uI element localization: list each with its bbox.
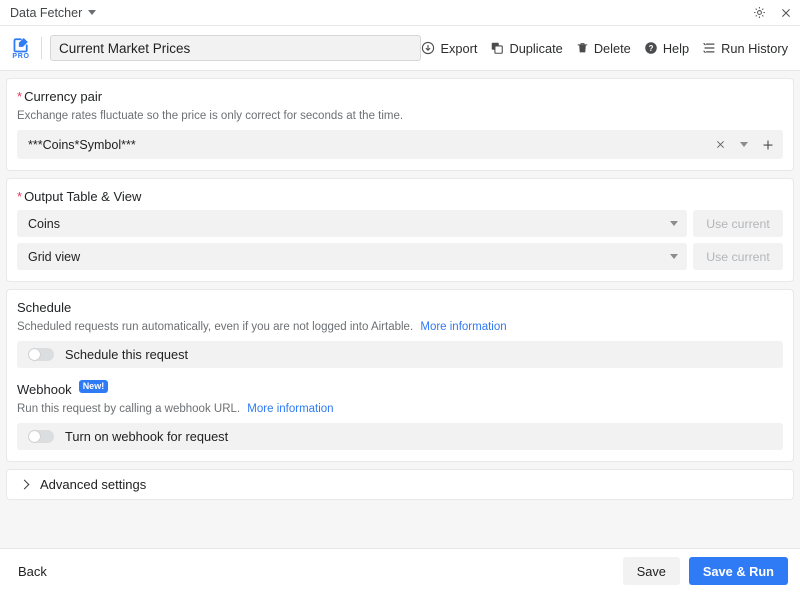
svg-text:?: ? <box>648 44 653 53</box>
close-icon[interactable] <box>780 7 792 19</box>
use-current-table-button[interactable]: Use current <box>693 210 783 237</box>
schedule-webhook-card: Schedule Scheduled requests run automati… <box>6 289 794 462</box>
schedule-toggle-label: Schedule this request <box>65 347 189 362</box>
footer-bar: Back Save Save & Run <box>0 548 800 593</box>
help-label: Help <box>662 40 690 56</box>
output-view-select[interactable]: Grid view <box>17 243 687 270</box>
delete-label: Delete <box>593 40 631 56</box>
help-button[interactable]: ? Help <box>644 41 689 56</box>
webhook-toggle-label: Turn on webhook for request <box>65 429 229 444</box>
schedule-toggle-row[interactable]: Schedule this request <box>17 341 783 368</box>
plus-add-icon[interactable] <box>762 139 774 151</box>
pro-badge-label: PRO <box>12 53 30 60</box>
schedule-toggle[interactable] <box>28 348 54 361</box>
save-button[interactable]: Save <box>622 557 680 585</box>
schedule-description-row: Scheduled requests run automatically, ev… <box>17 321 783 333</box>
webhook-toggle[interactable] <box>28 430 54 443</box>
run-history-label: Run History <box>721 40 788 56</box>
chevron-down-icon <box>670 221 678 226</box>
clear-x-icon[interactable] <box>715 139 726 150</box>
caret-down-icon[interactable] <box>88 10 97 15</box>
schedule-title-label: Schedule <box>17 300 72 315</box>
advanced-settings-label: Advanced settings <box>40 477 147 492</box>
currency-pair-label-row: * Currency pair <box>17 89 783 104</box>
currency-pair-description: Exchange rates fluctuate so the price is… <box>17 110 404 122</box>
output-view-row: Grid view Use current <box>17 243 783 270</box>
webhook-title-label: Webhook <box>17 382 72 397</box>
webhook-title: Webhook New! <box>17 380 783 397</box>
request-settings-panel: * Currency pair Exchange rates fluctuate … <box>0 71 800 548</box>
duplicate-button[interactable]: Duplicate <box>490 40 563 56</box>
required-marker: * <box>17 89 23 104</box>
export-label: Export <box>440 40 478 56</box>
output-table-view-card: * Output Table & View Coins Use current G… <box>6 178 794 282</box>
output-label: Output Table & View <box>24 189 142 204</box>
output-table-select[interactable]: Coins <box>17 210 687 237</box>
request-name-input[interactable] <box>50 35 422 61</box>
output-table-row: Coins Use current <box>17 210 783 237</box>
help-question-circle-icon: ? <box>644 41 658 55</box>
schedule-description: Scheduled requests run automatically, ev… <box>17 321 414 333</box>
advanced-settings-row[interactable]: Advanced settings <box>6 469 794 500</box>
export-button[interactable]: Export <box>421 41 477 56</box>
data-fetcher-edit-logo-icon: PRO <box>7 35 35 61</box>
run-history-list-icon <box>702 41 716 55</box>
gear-icon[interactable] <box>753 6 766 19</box>
currency-pair-label: Currency pair <box>24 89 103 104</box>
delete-button[interactable]: Delete <box>576 41 631 56</box>
webhook-description: Run this request by calling a webhook UR… <box>17 403 241 415</box>
schedule-more-information-link[interactable]: More information <box>420 321 506 333</box>
export-download-icon <box>421 41 435 55</box>
schedule-title: Schedule <box>17 300 783 315</box>
webhook-description-row: Run this request by calling a webhook UR… <box>17 403 783 415</box>
duplicate-label: Duplicate <box>509 40 563 56</box>
app-title: Data Fetcher <box>10 5 83 20</box>
webhook-toggle-row[interactable]: Turn on webhook for request <box>17 423 783 450</box>
webhook-more-information-link[interactable]: More information <box>247 403 333 415</box>
currency-pair-card: * Currency pair Exchange rates fluctuate … <box>6 78 794 171</box>
chevron-down-icon <box>670 254 678 259</box>
duplicate-copy-icon <box>490 41 504 55</box>
output-label-row: * Output Table & View <box>17 189 783 204</box>
webhook-new-badge: New! <box>78 380 109 393</box>
caret-down-icon[interactable] <box>740 142 748 147</box>
back-button[interactable]: Back <box>18 564 47 579</box>
app-menu[interactable]: Data Fetcher <box>10 5 97 20</box>
window-title-bar: Data Fetcher <box>0 0 800 26</box>
use-current-view-button[interactable]: Use current <box>693 243 783 270</box>
toolbar-divider <box>41 37 42 59</box>
required-marker: * <box>17 189 23 204</box>
request-toolbar: PRO Export Duplicate <box>0 26 800 71</box>
chevron-right-icon <box>19 479 30 490</box>
trash-delete-icon <box>576 41 589 55</box>
save-and-run-button[interactable]: Save & Run <box>688 557 788 585</box>
output-table-value: Coins <box>28 216 60 231</box>
run-history-button[interactable]: Run History <box>702 41 788 56</box>
currency-pair-field[interactable]: ***Coins*Symbol*** <box>17 130 783 159</box>
currency-pair-value: ***Coins*Symbol*** <box>28 137 136 152</box>
output-view-value: Grid view <box>28 249 81 264</box>
